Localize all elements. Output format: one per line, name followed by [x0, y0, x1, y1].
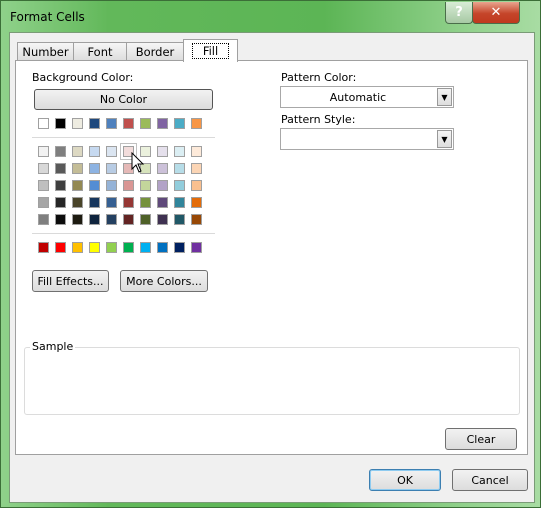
standard-color-swatch[interactable] — [191, 242, 202, 253]
background-color-label: Background Color: — [32, 71, 134, 84]
theme-shade-swatch[interactable] — [89, 197, 100, 208]
theme-shade-swatch[interactable] — [55, 146, 66, 157]
theme-shade-swatch[interactable] — [106, 163, 117, 174]
clear-button[interactable]: Clear — [445, 428, 517, 450]
tab-font[interactable]: Font — [73, 42, 127, 61]
divider — [32, 233, 215, 234]
theme-color-swatch[interactable] — [106, 118, 117, 129]
theme-color-swatch[interactable] — [89, 118, 100, 129]
theme-shade-swatch[interactable] — [72, 180, 83, 191]
theme-shade-swatch[interactable] — [123, 214, 134, 225]
theme-color-swatch[interactable] — [157, 118, 168, 129]
chevron-down-icon[interactable]: ▼ — [437, 130, 452, 148]
theme-shade-swatch[interactable] — [174, 214, 185, 225]
theme-shade-swatch[interactable] — [89, 163, 100, 174]
theme-shade-swatch[interactable] — [191, 214, 202, 225]
theme-shade-swatch[interactable] — [38, 146, 49, 157]
theme-shade-swatch[interactable] — [106, 214, 117, 225]
theme-shade-swatch[interactable] — [89, 214, 100, 225]
cancel-button[interactable]: Cancel — [452, 469, 528, 491]
tab-label: Fill — [191, 43, 230, 59]
tab-border[interactable]: Border — [126, 42, 184, 61]
theme-shade-swatch[interactable] — [38, 180, 49, 191]
standard-color-swatch[interactable] — [38, 242, 49, 253]
tab-label: Font — [87, 45, 113, 59]
theme-shade-swatch[interactable] — [157, 214, 168, 225]
help-button[interactable]: ? — [445, 2, 473, 24]
theme-shade-swatch[interactable] — [89, 146, 100, 157]
theme-shade-swatch[interactable] — [157, 146, 168, 157]
theme-color-swatch[interactable] — [140, 118, 151, 129]
theme-shade-swatch[interactable] — [140, 197, 151, 208]
theme-color-swatch[interactable] — [55, 118, 66, 129]
more-colors-button[interactable]: More Colors... — [120, 270, 208, 292]
standard-color-swatch[interactable] — [89, 242, 100, 253]
theme-color-swatch[interactable] — [123, 118, 134, 129]
theme-shade-swatch[interactable] — [72, 214, 83, 225]
divider — [32, 137, 215, 138]
theme-shade-swatch[interactable] — [106, 180, 117, 191]
theme-shade-swatch[interactable] — [38, 163, 49, 174]
ok-button[interactable]: OK — [369, 469, 441, 491]
pattern-color-value: Automatic — [329, 91, 387, 104]
standard-color-swatch[interactable] — [123, 242, 134, 253]
theme-shade-swatch[interactable] — [123, 197, 134, 208]
theme-color-swatch[interactable] — [191, 118, 202, 129]
fill-effects-button[interactable]: Fill Effects... — [32, 270, 109, 292]
theme-shade-swatch[interactable] — [191, 197, 202, 208]
chevron-down-icon[interactable]: ▼ — [437, 88, 452, 106]
theme-shade-swatch[interactable] — [191, 180, 202, 191]
pattern-style-label: Pattern Style: — [281, 113, 356, 126]
theme-shade-swatch[interactable] — [157, 180, 168, 191]
theme-shade-swatch[interactable] — [55, 180, 66, 191]
theme-shade-swatch[interactable] — [72, 163, 83, 174]
theme-shade-swatch[interactable] — [174, 163, 185, 174]
theme-shade-swatch[interactable] — [174, 197, 185, 208]
tab-label: Border — [135, 45, 175, 59]
sample-group: Sample — [24, 340, 520, 415]
pattern-color-label: Pattern Color: — [281, 71, 357, 84]
theme-shade-swatch[interactable] — [191, 146, 202, 157]
theme-color-swatch[interactable] — [174, 118, 185, 129]
mouse-cursor-icon — [131, 152, 145, 173]
pattern-color-dropdown[interactable]: Automatic ▼ — [280, 86, 454, 108]
theme-shade-swatch[interactable] — [140, 214, 151, 225]
standard-color-swatch[interactable] — [157, 242, 168, 253]
theme-shade-swatch[interactable] — [157, 163, 168, 174]
theme-shade-swatch[interactable] — [72, 146, 83, 157]
theme-shade-swatch[interactable] — [106, 197, 117, 208]
theme-shade-swatch[interactable] — [106, 146, 117, 157]
theme-shade-swatch[interactable] — [72, 197, 83, 208]
theme-color-swatch[interactable] — [38, 118, 49, 129]
standard-color-swatch[interactable] — [174, 242, 185, 253]
theme-shade-swatch[interactable] — [38, 197, 49, 208]
standard-color-swatch[interactable] — [140, 242, 151, 253]
theme-shade-swatch[interactable] — [55, 197, 66, 208]
theme-shade-swatch[interactable] — [140, 180, 151, 191]
sample-label: Sample — [30, 340, 76, 353]
tab-fill[interactable]: Fill — [183, 39, 238, 62]
theme-shade-swatch[interactable] — [123, 180, 134, 191]
theme-shade-swatch[interactable] — [191, 163, 202, 174]
pattern-style-dropdown[interactable]: ▼ — [280, 128, 454, 150]
theme-shade-swatch[interactable] — [174, 180, 185, 191]
theme-shade-swatch[interactable] — [89, 180, 100, 191]
standard-color-swatch[interactable] — [72, 242, 83, 253]
theme-shade-swatch[interactable] — [174, 146, 185, 157]
theme-shade-swatch[interactable] — [38, 214, 49, 225]
theme-shade-swatch[interactable] — [55, 163, 66, 174]
theme-shade-swatch[interactable] — [157, 197, 168, 208]
no-color-button[interactable]: No Color — [34, 89, 213, 110]
close-button[interactable]: ✕ — [472, 2, 520, 24]
standard-color-swatch[interactable] — [106, 242, 117, 253]
standard-color-swatch[interactable] — [55, 242, 66, 253]
window-title: Format Cells — [10, 10, 85, 24]
tab-number[interactable]: Number — [17, 42, 74, 61]
theme-shade-swatch[interactable] — [55, 214, 66, 225]
theme-color-swatch[interactable] — [72, 118, 83, 129]
tab-label: Number — [22, 45, 69, 59]
